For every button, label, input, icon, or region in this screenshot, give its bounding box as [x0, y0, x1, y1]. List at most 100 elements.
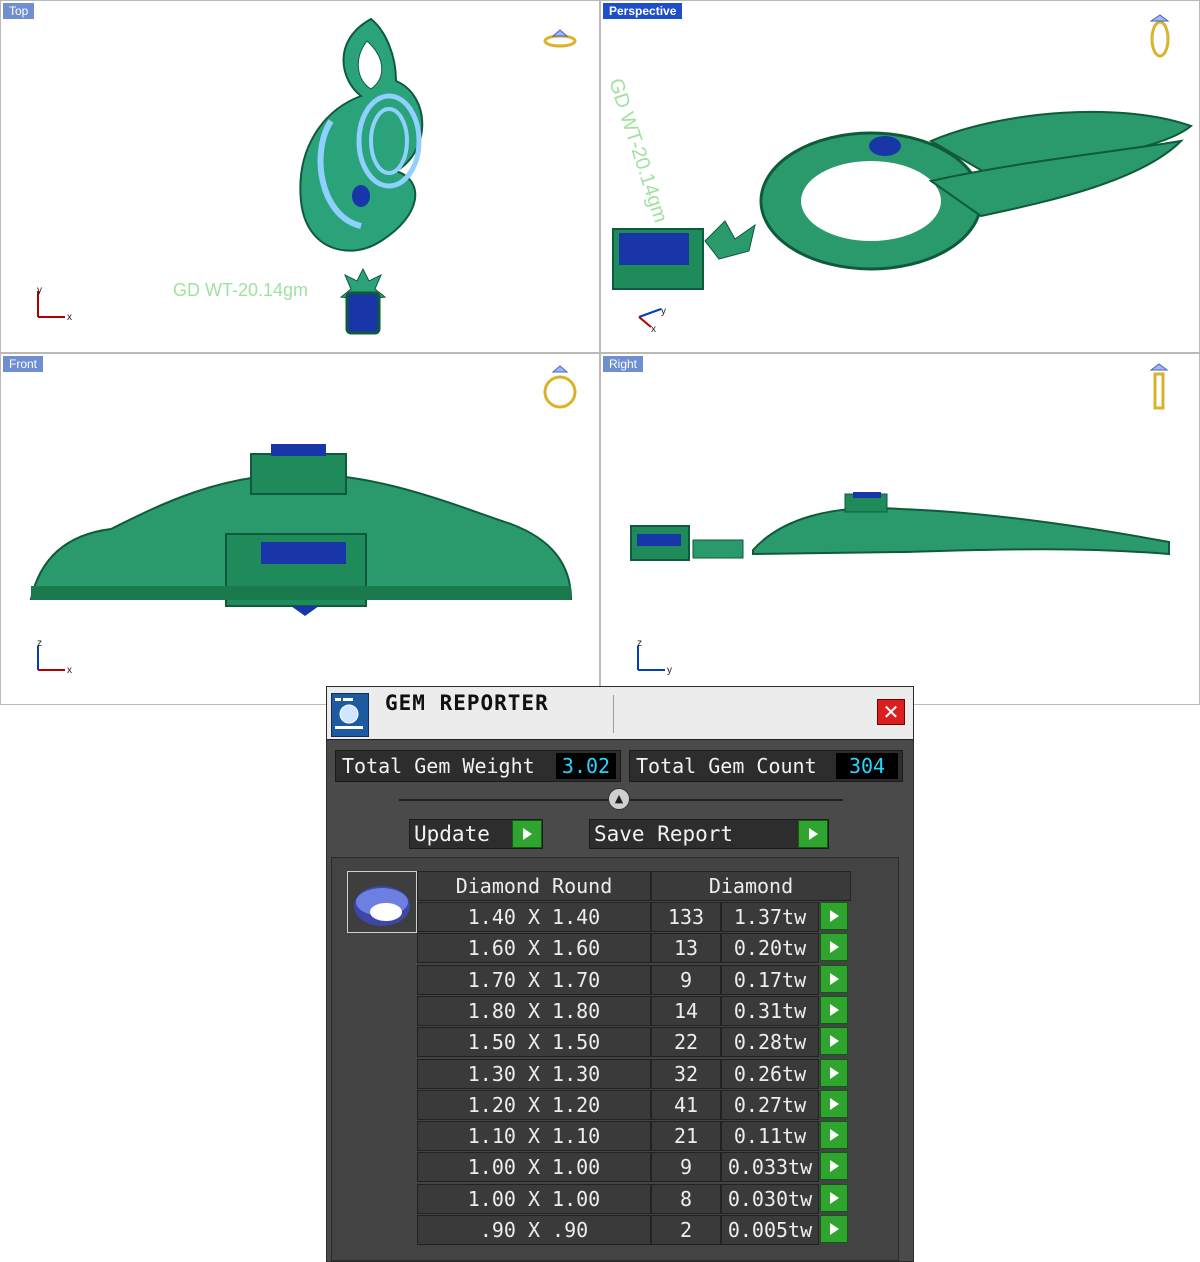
gem-count-cell: 9: [651, 1152, 721, 1183]
axis-z-label: z: [37, 638, 42, 649]
gem-row-play-icon[interactable]: [820, 902, 848, 930]
total-gem-weight-value: 3.02: [556, 753, 616, 779]
gem-size-cell: 1.40 X 1.40: [417, 902, 651, 932]
gem-weight-cell: 0.28tw: [721, 1027, 819, 1058]
total-gem-count: Total Gem Count 304: [629, 750, 903, 782]
collapse-toggle-icon[interactable]: ▲: [608, 788, 630, 810]
gem-row-play-icon[interactable]: [820, 964, 848, 993]
gem-size-cell: 1.20 X 1.20: [417, 1089, 651, 1120]
gem-size-cell: 1.50 X 1.50: [417, 1027, 651, 1058]
weight-watermark: GD WT-20.14gm: [173, 280, 308, 300]
gem-row-play-icon[interactable]: [820, 1152, 848, 1181]
viewport-label-top[interactable]: Top: [3, 3, 35, 19]
axis-y-label: y: [667, 665, 672, 676]
gem-count-cell: 14: [651, 995, 721, 1026]
gem-weight-cell: 0.31tw: [721, 995, 819, 1026]
dialog-title: GEM REPORTER: [385, 691, 549, 715]
title-separator: [613, 695, 614, 733]
close-button[interactable]: ✕: [877, 699, 905, 725]
gem-table-panel: Diamond Round Diamond 1.40 X 1.40 133 1.37…: [331, 857, 899, 1261]
gem-thumbnail: [347, 871, 417, 933]
gem-size-cell: 1.80 X 1.80: [417, 995, 651, 1026]
gem-count-cell: 41: [651, 1089, 721, 1120]
save-report-play-icon[interactable]: [798, 820, 828, 848]
viewport-right[interactable]: z y Right: [600, 353, 1200, 705]
total-gem-weight-label: Total Gem Weight: [342, 754, 535, 778]
gem-weight-cell: 1.37tw: [721, 902, 819, 932]
perspective-view-render: GD WT-20.14gm y x: [604, 14, 1193, 335]
right-view-render: z y: [630, 363, 1170, 676]
gem-count-cell: 32: [651, 1058, 721, 1089]
axis-indicator: [638, 308, 662, 328]
gem-count-cell: 8: [651, 1183, 721, 1214]
gem-weight-cell: 0.11tw: [721, 1121, 819, 1152]
front-view-render: z x: [29, 365, 577, 676]
dialog-title-bar[interactable]: GEM REPORTER ✕: [327, 687, 913, 740]
gem-weight-cell: 0.20tw: [721, 933, 819, 964]
ring-orientation-icon: [543, 365, 577, 409]
update-play-icon[interactable]: [512, 820, 542, 848]
axis-indicator: [37, 646, 65, 671]
gem-row-play-icon[interactable]: [820, 1183, 848, 1212]
viewport-label-front[interactable]: Front: [3, 356, 44, 372]
gem-weight-cell: 0.17tw: [721, 964, 819, 995]
gem-weight-cell: 0.26tw: [721, 1058, 819, 1089]
clasp-top: [339, 267, 387, 335]
gem-count-cell: 133: [651, 902, 721, 932]
gem-weight-cell: 0.27tw: [721, 1089, 819, 1120]
viewport-label-perspective[interactable]: Perspective: [603, 3, 683, 19]
top-view-render: GD WT-20.14gm y x: [37, 17, 577, 335]
axis-z-label: z: [637, 638, 642, 649]
weight-watermark-perspective: GD WT-20.14gm: [604, 76, 671, 226]
total-gem-count-label: Total Gem Count: [636, 754, 817, 778]
gem-count-cell: 2: [651, 1215, 721, 1245]
total-gem-weight: Total Gem Weight 3.02: [335, 750, 621, 782]
gem-weight-cell: 0.030tw: [721, 1183, 819, 1214]
gem-reporter-dialog: GEM REPORTER ✕ Total Gem Weight 3.02 Tot…: [326, 686, 914, 1262]
total-gem-count-value: 304: [836, 753, 898, 779]
diamond-round-icon: [354, 886, 410, 926]
viewport-perspective[interactable]: GD WT-20.14gm y x Perspective: [600, 0, 1200, 353]
pendant-front-shape: [29, 444, 573, 616]
column-header-shape: Diamond Round: [417, 871, 651, 901]
gem-count-cell: 21: [651, 1121, 721, 1152]
gem-size-cell: 1.10 X 1.10: [417, 1121, 651, 1152]
gem-row-play-icon[interactable]: [820, 1027, 848, 1056]
gem-size-cell: .90 X .90: [417, 1215, 651, 1245]
viewport-label-right[interactable]: Right: [603, 356, 644, 372]
axis-y-label: y: [661, 306, 666, 317]
pendant-right-shape: [630, 492, 1170, 561]
ring-orientation-icon: [1149, 14, 1170, 58]
gem-row-play-icon[interactable]: [820, 1121, 848, 1150]
axis-indicator: [37, 291, 65, 318]
pendant-perspective-shape: [612, 110, 1193, 290]
gem-row-play-icon[interactable]: [820, 1058, 848, 1087]
viewport-top[interactable]: GD WT-20.14gm y x Top: [0, 0, 600, 353]
axis-y-label: y: [37, 285, 42, 296]
gem-weight-cell: 0.033tw: [721, 1152, 819, 1183]
gem-row-play-icon[interactable]: [820, 995, 848, 1024]
update-button[interactable]: Update: [409, 819, 543, 849]
viewport-front[interactable]: z x Front: [0, 353, 600, 705]
gem-weight-cell: 0.005tw: [721, 1215, 819, 1245]
gem-row-play-icon[interactable]: [820, 1089, 848, 1118]
gem-count-cell: 9: [651, 964, 721, 995]
axis-x-label: x: [67, 665, 72, 676]
gem-size-cell: 1.00 X 1.00: [417, 1183, 651, 1214]
gem-row-play-icon[interactable]: [820, 1215, 848, 1243]
gem-reporter-logo-icon: [331, 693, 369, 737]
pendant-top-shape: [299, 17, 424, 252]
save-report-button[interactable]: Save Report: [589, 819, 829, 849]
gem-size-cell: 1.70 X 1.70: [417, 964, 651, 995]
column-header-type: Diamond: [651, 871, 851, 901]
gem-row-play-icon[interactable]: [820, 933, 848, 962]
gem-size-cell: 1.30 X 1.30: [417, 1058, 651, 1089]
logo-graphic: [335, 698, 363, 729]
gem-size-cell: 1.00 X 1.00: [417, 1152, 651, 1183]
axis-indicator: [637, 646, 665, 671]
update-label: Update: [414, 822, 490, 846]
gem-count-cell: 13: [651, 933, 721, 964]
axis-x-label: x: [651, 324, 656, 335]
gem-size-cell: 1.60 X 1.60: [417, 933, 651, 964]
save-report-label: Save Report: [594, 822, 734, 846]
